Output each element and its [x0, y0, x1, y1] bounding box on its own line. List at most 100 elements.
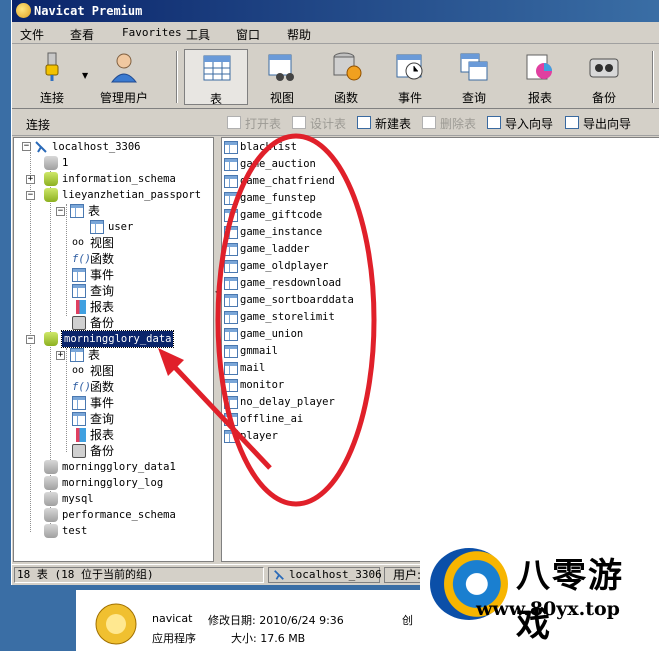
- function-fx-icon: f(): [72, 381, 91, 393]
- table-icon: [224, 345, 238, 358]
- expand-toggle[interactable]: +: [26, 175, 35, 184]
- menu-file[interactable]: 文件: [20, 26, 44, 43]
- import-icon: [487, 116, 501, 129]
- database-icon: [44, 492, 58, 506]
- design-table-button[interactable]: 设计表: [292, 115, 346, 131]
- open-table-icon: [227, 116, 241, 129]
- report-icon: [526, 54, 552, 80]
- window-title: Navicat Premium: [34, 4, 143, 18]
- table-icon: [90, 220, 104, 234]
- table-button[interactable]: 表: [184, 49, 248, 106]
- connection-icon: [35, 141, 47, 153]
- title-bar: Navicat Premium: [12, 0, 659, 22]
- menu-favorites[interactable]: Favorites: [122, 26, 182, 39]
- watermark-brand: 八零游戏: [516, 556, 624, 645]
- table-icon: [224, 277, 238, 290]
- file-type: 应用程序: [152, 632, 196, 645]
- menu-tools[interactable]: 工具: [186, 26, 210, 43]
- table-icon: [224, 430, 238, 443]
- table-icon: [224, 226, 238, 239]
- chevron-down-icon[interactable]: ▼: [82, 71, 88, 80]
- backup-tape-icon: [589, 58, 619, 78]
- delete-table-icon: [422, 116, 436, 129]
- table-icon: [224, 141, 238, 154]
- delete-table-button[interactable]: 删除表: [422, 115, 476, 131]
- main-toolbar: 连接 ▼ 管理用户 表 视图 函数 事件 查询 报表 备份: [12, 45, 659, 109]
- new-table-button[interactable]: 新建表: [357, 115, 411, 131]
- query-button[interactable]: 查询: [442, 49, 506, 105]
- navicat-logo-icon: [16, 3, 31, 18]
- database-icon: [44, 172, 58, 186]
- menu-window[interactable]: 窗口: [236, 26, 260, 43]
- table-icon: [224, 260, 238, 273]
- object-toolbar: 连接 打开表 设计表 新建表 删除表 导入向导 导出向导: [12, 110, 659, 136]
- table-icon: [70, 348, 84, 362]
- view-icon: [268, 54, 294, 81]
- connect-button[interactable]: 连接: [20, 49, 84, 105]
- export-wizard-button[interactable]: 导出向导: [565, 115, 631, 131]
- file-size: 大小: 17.6 MB: [231, 632, 306, 645]
- new-table-icon: [357, 116, 371, 129]
- view-button[interactable]: 视图: [250, 49, 314, 105]
- table-icon: [224, 396, 238, 409]
- import-wizard-button[interactable]: 导入向导: [487, 115, 553, 131]
- manage-users-button[interactable]: 管理用户: [92, 49, 156, 105]
- user-icon: [110, 53, 138, 83]
- pane-caption: 连接: [26, 118, 51, 132]
- navicat-file-icon: [95, 603, 137, 645]
- open-table-button[interactable]: 打开表: [227, 115, 281, 131]
- design-table-icon: [292, 116, 306, 129]
- status-connection: localhost_3306: [268, 567, 382, 583]
- collapse-arrow-icon[interactable]: ◂: [215, 287, 219, 296]
- query-icon: [72, 412, 86, 426]
- query-icon: [460, 53, 488, 81]
- watermark-url: www.80yx.top: [476, 598, 620, 620]
- report-icon: [72, 428, 86, 442]
- report-button[interactable]: 报表: [508, 49, 572, 105]
- file-name: navicat: [152, 612, 193, 625]
- view-glasses-icon: oo: [72, 365, 85, 376]
- connection-tree: − localhost_3306 1 + information_schema …: [13, 137, 214, 562]
- function-button[interactable]: 函数: [314, 49, 378, 105]
- watermark-logo: 八零游戏 www.80yx.top: [420, 540, 659, 645]
- table-icon: [224, 209, 238, 222]
- collapse-toggle[interactable]: −: [56, 207, 65, 216]
- table-icon: [224, 192, 238, 205]
- table-icon: [224, 243, 238, 256]
- event-icon: [72, 268, 86, 282]
- event-icon: [72, 396, 86, 410]
- database-icon: [44, 332, 58, 346]
- menu-view[interactable]: 查看: [70, 26, 94, 43]
- collapse-toggle[interactable]: −: [26, 191, 35, 200]
- table-icon: [224, 362, 238, 375]
- event-button[interactable]: 事件: [378, 49, 442, 105]
- table-icon: [224, 175, 238, 188]
- menu-help[interactable]: 帮助: [287, 26, 311, 43]
- table-icon: [224, 379, 238, 392]
- file-modified: 修改日期: 2010/6/24 9:36: [208, 614, 344, 627]
- connection-icon: [274, 570, 284, 580]
- backup-icon: [72, 444, 86, 458]
- database-icon: [44, 460, 58, 474]
- database-icon: [44, 476, 58, 490]
- expand-toggle[interactable]: +: [56, 351, 65, 360]
- database-icon: [44, 188, 58, 202]
- table-icon: [224, 158, 238, 171]
- navicat-window: Navicat Premium 文件 查看 Favorites 工具 窗口 帮助…: [11, 0, 659, 585]
- collapse-toggle[interactable]: −: [22, 142, 31, 151]
- table-icon: [224, 328, 238, 341]
- collapse-toggle[interactable]: −: [26, 335, 35, 344]
- query-icon: [72, 284, 86, 298]
- table-list: blacklist game_auction game_chatfriend g…: [221, 137, 659, 562]
- table-icon: [70, 204, 84, 218]
- database-icon: [44, 524, 58, 538]
- function-icon: [333, 52, 362, 81]
- view-glasses-icon: oo: [72, 237, 85, 248]
- backup-button[interactable]: 备份: [572, 49, 636, 105]
- function-fx-icon: f(): [72, 253, 91, 265]
- table-icon: [224, 311, 238, 324]
- menu-bar: 文件 查看 Favorites 工具 窗口 帮助: [12, 22, 659, 44]
- event-clock-icon: [396, 54, 423, 80]
- export-icon: [565, 116, 579, 129]
- status-table-count: 18 表 (18 位于当前的组): [14, 567, 264, 583]
